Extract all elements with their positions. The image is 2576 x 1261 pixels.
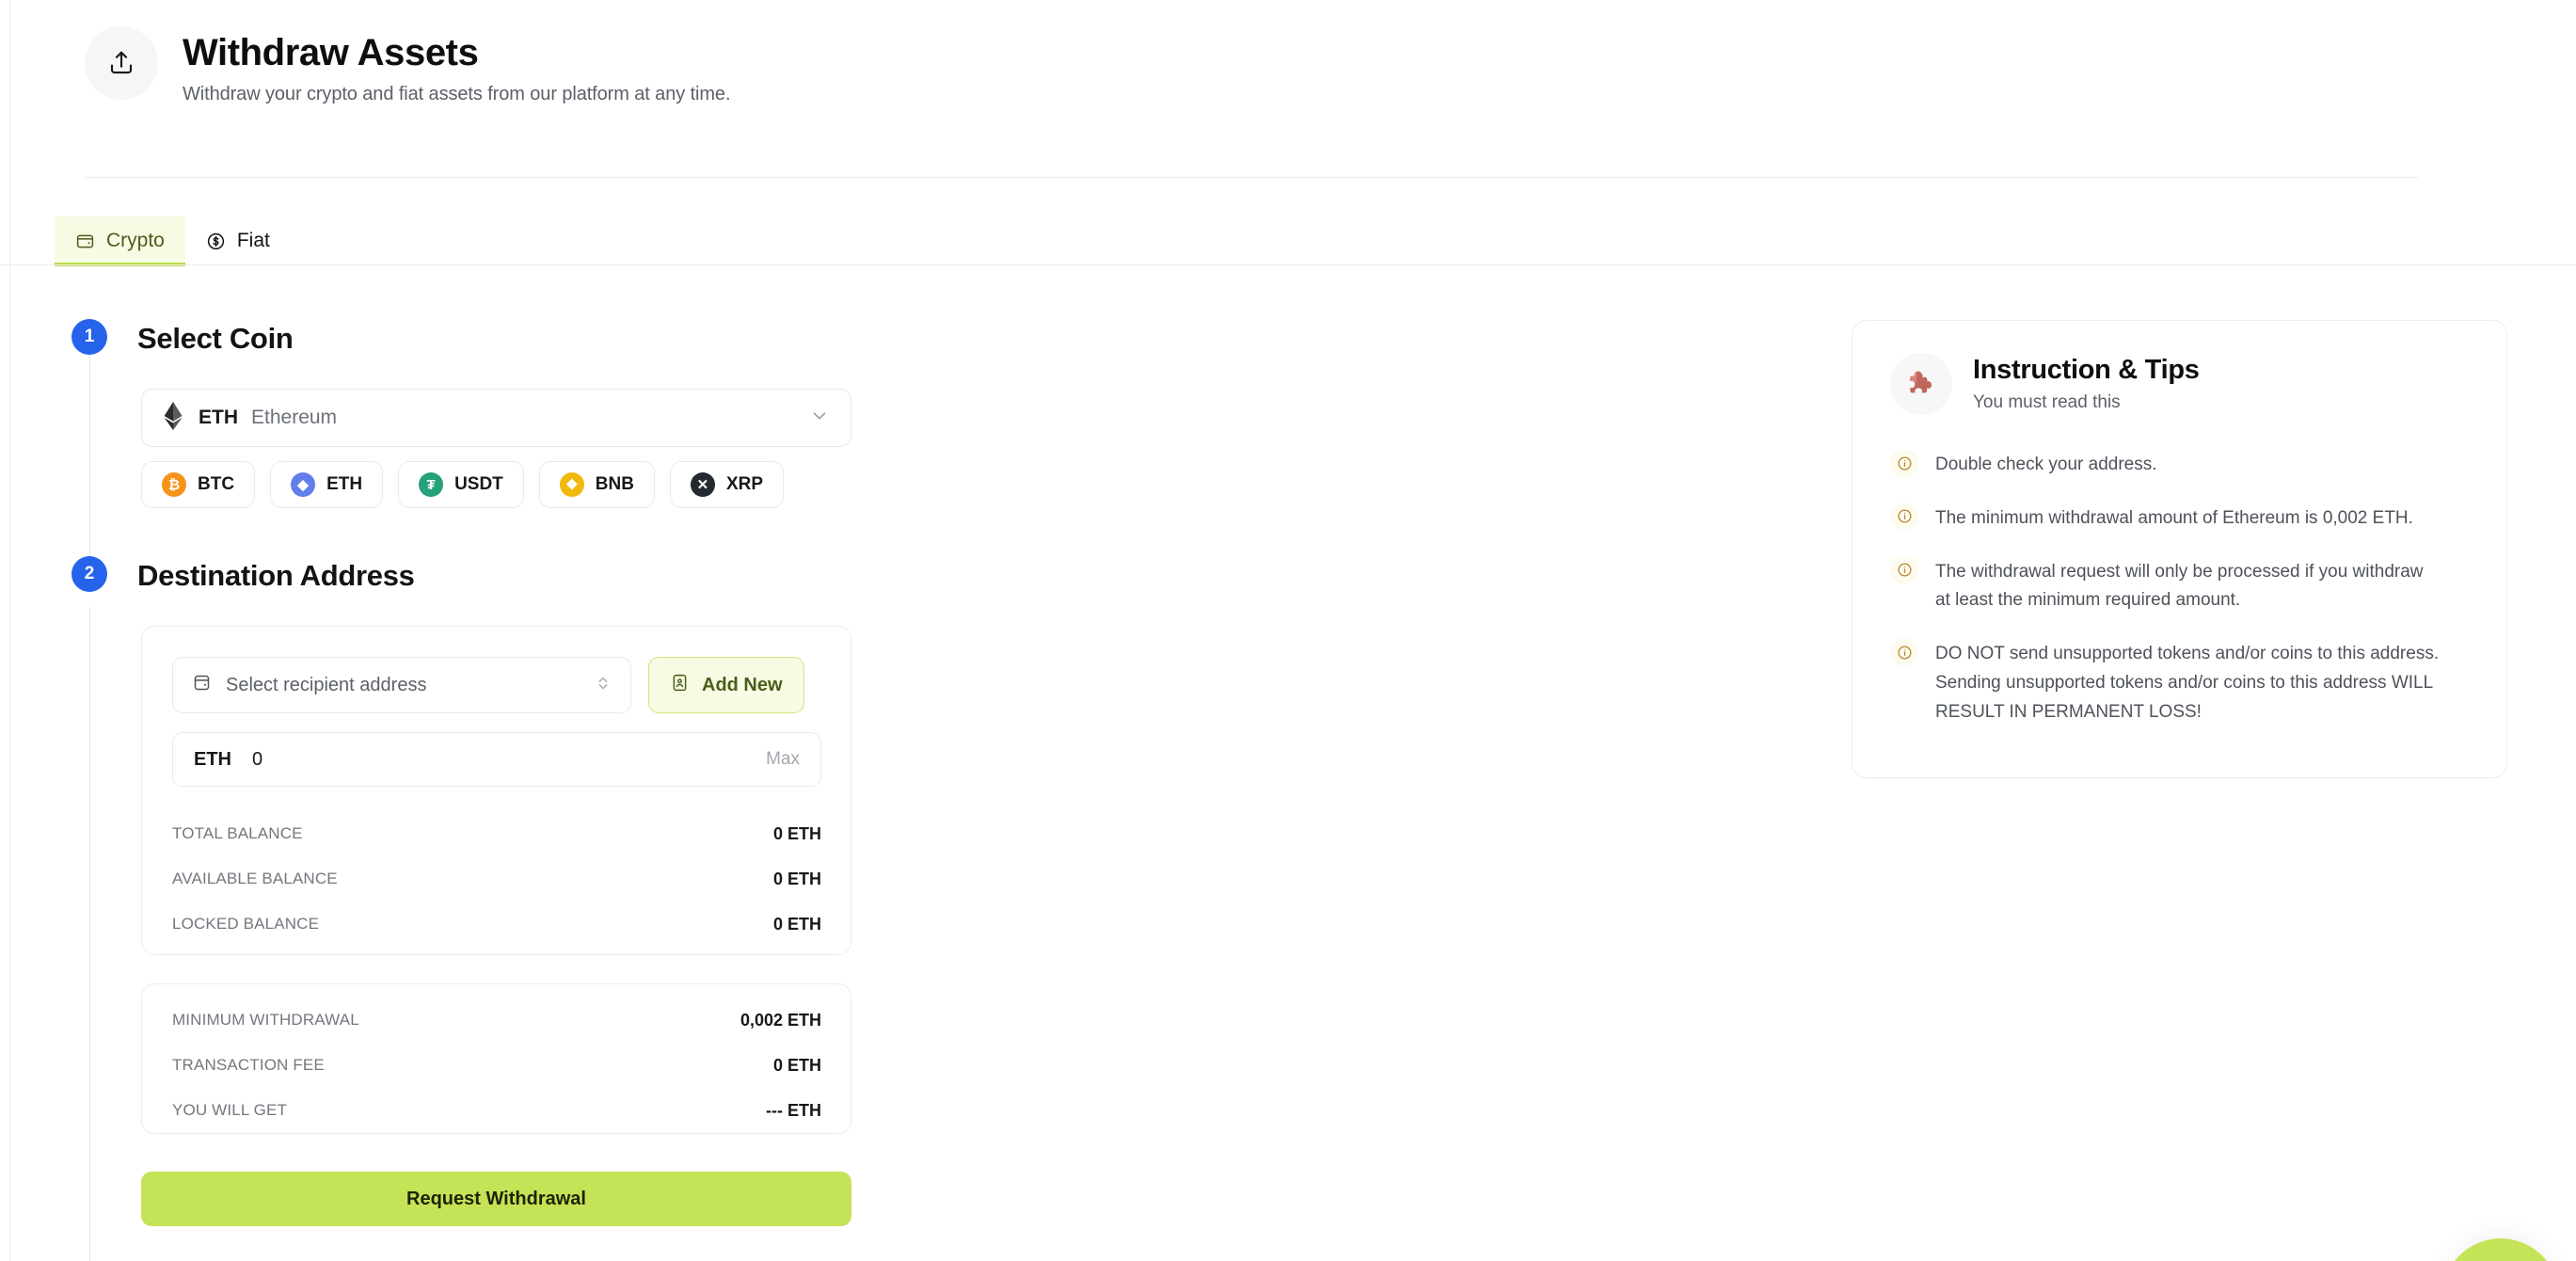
- btc-icon: ₿: [162, 472, 186, 497]
- floating-action-button[interactable]: [2442, 1238, 2559, 1261]
- fee-key: YOU WILL GET: [172, 1101, 288, 1119]
- info-circle-icon: [1890, 638, 1918, 667]
- asset-type-tabs: Crypto Fiat: [55, 216, 291, 266]
- puzzle-piece-icon: [1890, 353, 1952, 415]
- tab-crypto[interactable]: Crypto: [55, 216, 185, 266]
- tip-text: Double check your address.: [1935, 455, 2157, 474]
- balance-key: TOTAL BALANCE: [172, 824, 303, 842]
- coin-chip-usdt-label: USDT: [454, 474, 503, 494]
- add-new-address-label: Add New: [702, 674, 783, 695]
- balance-value: 0 ETH: [772, 823, 821, 843]
- max-amount-button[interactable]: Max: [766, 749, 800, 770]
- fee-row-transaction: TRANSACTION FEE 0 ETH: [172, 1043, 821, 1088]
- request-withdrawal-button[interactable]: Request Withdrawal: [141, 1172, 851, 1226]
- usdt-icon: ₮: [419, 472, 444, 497]
- step-connector-line-lower: [89, 607, 90, 1261]
- ethereum-diamond-icon: [163, 401, 183, 435]
- tip-text: The withdrawal request will only be proc…: [1935, 561, 2424, 611]
- balance-key: LOCKED BALANCE: [172, 915, 320, 933]
- info-circle-icon: [1890, 502, 1918, 531]
- step-connector-line: [89, 354, 90, 589]
- fee-value: 0 ETH: [772, 1055, 821, 1075]
- balance-key: AVAILABLE BALANCE: [172, 870, 338, 887]
- balance-row-locked: LOCKED BALANCE 0 ETH: [172, 902, 821, 947]
- tip-text: DO NOT send unsupported tokens and/or co…: [1935, 644, 2440, 722]
- coin-chip-btc[interactable]: ₿ BTC: [141, 461, 256, 508]
- eth-icon: ◆: [291, 472, 316, 497]
- step-badge-2: 2: [72, 556, 107, 592]
- balance-value: 0 ETH: [772, 869, 821, 888]
- chevron-up-down-icon[interactable]: [595, 673, 612, 698]
- fee-key: TRANSACTION FEE: [172, 1056, 325, 1074]
- left-rail-divider: [9, 0, 10, 1261]
- balance-row-total: TOTAL BALANCE 0 ETH: [172, 811, 821, 856]
- coin-chip-xrp[interactable]: ✕ XRP: [669, 461, 785, 508]
- coin-chip-eth-label: ETH: [326, 474, 363, 494]
- coin-chip-bnb-label: BNB: [595, 474, 634, 494]
- amount-ticker: ETH: [194, 748, 231, 770]
- amount-input-value[interactable]: 0: [252, 749, 262, 771]
- fee-summary-card: MINIMUM WITHDRAWAL 0,002 ETH TRANSACTION…: [141, 983, 851, 1134]
- coin-select-dropdown[interactable]: ETH Ethereum: [141, 389, 851, 447]
- tip-item: DO NOT send unsupported tokens and/or co…: [1890, 638, 2461, 726]
- contact-card-icon: [670, 673, 690, 698]
- tip-item: The withdrawal request will only be proc…: [1890, 555, 2461, 616]
- withdraw-assets-page: Withdraw Assets Withdraw your crypto and…: [0, 0, 2576, 1261]
- balance-row-available: AVAILABLE BALANCE 0 ETH: [172, 856, 821, 902]
- section-title-select-coin: Select Coin: [137, 322, 294, 355]
- tab-crypto-label: Crypto: [106, 230, 165, 251]
- tips-title: Instruction & Tips: [1973, 355, 2200, 385]
- fee-value: 0,002 ETH: [739, 1010, 821, 1030]
- tip-item: The minimum withdrawal amount of Ethereu…: [1890, 502, 2461, 534]
- balance-list: TOTAL BALANCE 0 ETH AVAILABLE BALANCE 0 …: [172, 811, 821, 947]
- page-header: Withdraw Assets Withdraw your crypto and…: [85, 26, 731, 105]
- section-title-destination-address: Destination Address: [137, 559, 415, 592]
- page-subtitle: Withdraw your crypto and fiat assets fro…: [183, 83, 731, 104]
- tips-list: Double check your address. The minimum w…: [1852, 449, 2506, 726]
- fee-list: MINIMUM WITHDRAWAL 0,002 ETH TRANSACTION…: [172, 998, 821, 1133]
- add-new-address-button[interactable]: Add New: [648, 657, 804, 713]
- chevron-down-icon[interactable]: [809, 406, 830, 431]
- tab-fiat-label: Fiat: [236, 230, 270, 251]
- xrp-icon: ✕: [690, 472, 715, 497]
- fee-row-minimum: MINIMUM WITHDRAWAL 0,002 ETH: [172, 998, 821, 1043]
- wallet-icon: [75, 231, 95, 251]
- info-circle-icon: [1890, 555, 1918, 584]
- upload-icon: [85, 26, 158, 100]
- coin-chip-btc-label: BTC: [198, 474, 235, 494]
- dollar-circle-icon: [206, 231, 226, 251]
- tip-item: Double check your address.: [1890, 449, 2461, 480]
- wallet-card-icon: [192, 673, 212, 697]
- coin-chip-usdt[interactable]: ₮ USDT: [398, 461, 524, 508]
- quick-coin-chips: ₿ BTC ◆ ETH ₮ USDT ❖ BNB ✕ XRP: [141, 461, 785, 508]
- page-title: Withdraw Assets: [183, 32, 479, 73]
- header-divider: [85, 177, 2418, 178]
- fee-value: --- ETH: [766, 1100, 821, 1120]
- tips-header: Instruction & Tips You must read this: [1852, 321, 2506, 415]
- coin-chip-bnb[interactable]: ❖ BNB: [538, 461, 655, 508]
- fee-key: MINIMUM WITHDRAWAL: [172, 1011, 359, 1029]
- instruction-tips-card: Instruction & Tips You must read this Do…: [1852, 320, 2507, 778]
- coin-chip-eth[interactable]: ◆ ETH: [270, 461, 384, 508]
- recipient-address-placeholder: Select recipient address: [226, 674, 427, 695]
- recipient-address-select[interactable]: Select recipient address: [172, 657, 631, 713]
- fee-row-you-will-get: YOU WILL GET --- ETH: [172, 1088, 821, 1133]
- selected-coin-name: Ethereum: [251, 407, 338, 428]
- info-circle-icon: [1890, 449, 1918, 477]
- tips-subtitle: You must read this: [1973, 392, 2121, 412]
- tabs-underline: [0, 264, 2576, 265]
- bnb-icon: ❖: [559, 472, 584, 497]
- recipient-row: Select recipient address Add New: [172, 657, 804, 713]
- selected-coin-symbol: ETH: [199, 407, 238, 428]
- coin-chip-xrp-label: XRP: [725, 474, 764, 494]
- destination-address-card: Select recipient address Add New ETH 0 M…: [141, 626, 851, 955]
- balance-value: 0 ETH: [772, 914, 821, 934]
- tip-text: The minimum withdrawal amount of Ethereu…: [1935, 507, 2413, 528]
- amount-input-row[interactable]: ETH 0 Max: [172, 732, 821, 787]
- tab-fiat[interactable]: Fiat: [185, 216, 291, 265]
- step-badge-1: 1: [72, 319, 107, 355]
